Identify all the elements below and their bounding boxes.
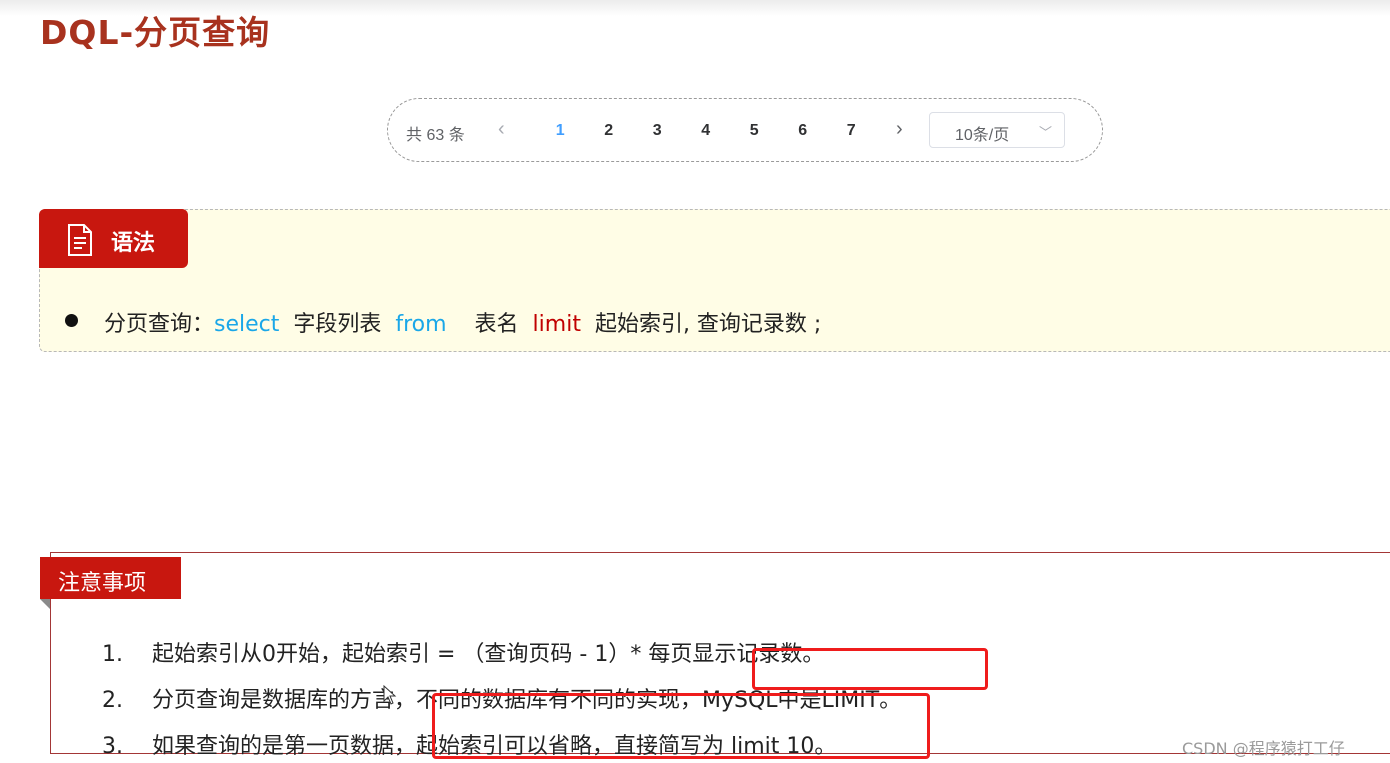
keyword-select: select xyxy=(214,312,280,337)
syntax-tag-label: 语法 xyxy=(111,231,156,256)
highlight-box-mysql-limit xyxy=(752,648,988,690)
page-button-2[interactable]: 2 xyxy=(585,122,634,140)
document-icon xyxy=(67,224,93,260)
pagination: 共 63 条 ‹ 1 2 3 4 5 6 7 › 10条/页 ﹀ xyxy=(387,98,1103,162)
page-size-value: 10条/页 xyxy=(955,127,1010,144)
prev-page-chevron-icon[interactable]: ‹ xyxy=(498,118,505,141)
notes-tag-fold xyxy=(40,599,50,609)
page-button-7[interactable]: 7 xyxy=(827,122,876,140)
syntax-rest: 起始索引, 查询记录数 ; xyxy=(580,312,822,337)
mouse-cursor-icon xyxy=(383,684,397,709)
page-button-3[interactable]: 3 xyxy=(633,122,682,140)
highlight-box-offset-omit xyxy=(432,693,930,759)
chevron-down-icon: ﹀ xyxy=(1038,125,1052,140)
watermark: CSDN @程序猿打工仔 xyxy=(1182,739,1345,758)
page-button-1[interactable]: 1 xyxy=(536,122,585,140)
note-number: 3. xyxy=(102,734,123,759)
page-button-4[interactable]: 4 xyxy=(682,122,731,140)
next-page-chevron-icon[interactable]: › xyxy=(896,118,903,141)
notes-tag: 注意事项 xyxy=(40,557,181,599)
bullet-dot xyxy=(65,314,78,327)
notes-tag-label: 注意事项 xyxy=(58,571,147,596)
keyword-limit: limit xyxy=(532,312,581,337)
page-button-5[interactable]: 5 xyxy=(730,122,779,140)
syntax-line: 分页查询：select 字段列表 from 表名 limit 起始索引, 查询记… xyxy=(104,306,821,338)
syntax-tag: 语法 xyxy=(39,209,188,268)
syntax-fields: 字段列表 xyxy=(279,312,396,337)
pagination-pages: 1 2 3 4 5 6 7 xyxy=(536,99,876,163)
page-button-6[interactable]: 6 xyxy=(779,122,828,140)
syntax-table: 表名 xyxy=(446,312,533,337)
page-size-select[interactable]: 10条/页 ﹀ xyxy=(929,112,1065,148)
page-title: DQL-分页查询 xyxy=(40,13,271,52)
syntax-prefix: 分页查询： xyxy=(104,312,215,337)
pagination-total: 共 63 条 xyxy=(406,127,465,144)
keyword-from: from xyxy=(395,312,447,337)
